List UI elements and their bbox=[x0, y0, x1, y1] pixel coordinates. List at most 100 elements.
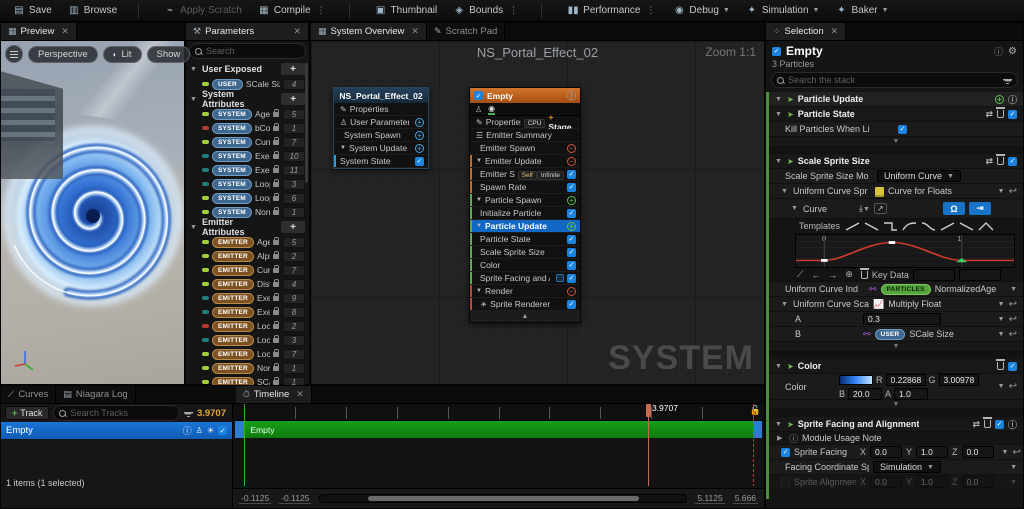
group-particle-update[interactable]: ▼ ➤ Particle Update + ⓘ bbox=[769, 92, 1023, 107]
system-node[interactable]: NS_Portal_Effect_02 ✎ Properties bbox=[333, 87, 429, 169]
timeline-ruler[interactable] bbox=[233, 404, 764, 421]
tab-preview[interactable]: ▦ Preview ✕ bbox=[1, 23, 77, 40]
curve-key[interactable] bbox=[889, 241, 896, 244]
kebab-menu-icon[interactable]: ⋮ bbox=[315, 5, 328, 16]
scrollbar[interactable] bbox=[305, 63, 308, 183]
curve-import-icon[interactable]: ⤓▼ bbox=[859, 203, 870, 214]
range-start-input[interactable]: -0.1125 bbox=[239, 493, 271, 504]
node-row[interactable]: ▼ System Update + bbox=[334, 142, 428, 155]
emitter-node-empty[interactable]: Empty ⓘ ♙ ◉ ✎ Properties CPU bbox=[469, 87, 581, 323]
parameter-row[interactable]: EMITTER Curr 7 bbox=[186, 263, 309, 277]
node-row[interactable]: Emitter State SelfInfinite bbox=[470, 168, 580, 181]
tab-niagara-log[interactable]: ▤ Niagara Log bbox=[56, 386, 135, 403]
add-track-button[interactable]: +Track bbox=[5, 406, 49, 420]
add-parameter-button[interactable]: + bbox=[281, 63, 305, 75]
toolbar-button[interactable]: ▤ Save bbox=[6, 3, 59, 19]
fit-curve-horizontal-button[interactable]: ⇥ bbox=[969, 202, 991, 215]
close-icon[interactable]: ✕ bbox=[61, 26, 69, 37]
node-row[interactable]: Emitter Spawn − bbox=[470, 142, 580, 155]
shuffle-icon[interactable]: ⇄ bbox=[985, 109, 993, 120]
info-icon[interactable]: ⓘ bbox=[567, 89, 576, 102]
facing-z-input[interactable] bbox=[962, 446, 994, 458]
info-icon[interactable]: ⓘ bbox=[1008, 418, 1017, 431]
parameter-row[interactable]: EMITTER Dist 4 bbox=[186, 277, 309, 291]
remove-icon[interactable]: − bbox=[567, 144, 576, 153]
parameter-row[interactable]: EMITTER Exec 8 bbox=[186, 305, 309, 319]
chevron-down-icon[interactable]: ▼ bbox=[998, 316, 1005, 323]
node-row[interactable]: ▼ Particle Update + bbox=[470, 220, 580, 233]
alignment-y-input[interactable] bbox=[916, 476, 948, 488]
row-module-usage-note[interactable]: ▶ ⓘ Module Usage Note bbox=[769, 432, 1023, 445]
parameter-row[interactable]: SYSTEM Age 5 bbox=[186, 107, 309, 121]
track-search-input[interactable] bbox=[70, 408, 174, 418]
module-enabled-checkbox[interactable] bbox=[1008, 110, 1017, 119]
curve-template-icons[interactable] bbox=[844, 221, 994, 232]
filter-icon[interactable] bbox=[184, 410, 193, 417]
stack-search-input[interactable] bbox=[788, 75, 999, 85]
color-swatch[interactable] bbox=[839, 375, 873, 385]
parameter-row[interactable]: EMITTER Alph 2 bbox=[186, 249, 309, 263]
parameter-row[interactable]: EMITTER Exec 9 bbox=[186, 291, 309, 305]
toolbar-button[interactable]: ▦ Compile ⋮ bbox=[251, 3, 335, 19]
working-end-input[interactable]: 5.1125 bbox=[695, 493, 724, 504]
kebab-menu-icon[interactable]: ⋮ bbox=[644, 5, 657, 16]
section-emitter-attributes[interactable]: ▼ Emitter Attributes + bbox=[186, 219, 309, 235]
shuffle-icon[interactable]: ⇄ bbox=[972, 419, 980, 430]
tab-system-overview[interactable]: ▦ System Overview ✕ bbox=[311, 23, 427, 40]
parameter-row[interactable]: SYSTEM bCor 1 bbox=[186, 121, 309, 135]
row-kill-particles[interactable]: Kill Particles When Li bbox=[769, 122, 1023, 137]
playhead[interactable]: 3.9707 bbox=[648, 404, 649, 486]
toolbar-button[interactable]: ✦ Baker ▼ bbox=[828, 3, 895, 19]
emitter-enabled-checkbox[interactable] bbox=[474, 91, 483, 100]
enabled-checkbox[interactable] bbox=[567, 248, 576, 257]
reset-icon[interactable]: ↩ bbox=[1009, 299, 1017, 310]
system-node-header[interactable]: NS_Portal_Effect_02 bbox=[334, 88, 428, 103]
section-user-exposed[interactable]: ▼ User Exposed + bbox=[186, 61, 309, 77]
color-a-input[interactable] bbox=[894, 388, 928, 400]
track-row-empty[interactable]: Empty ⓘ ♙ ☀ bbox=[1, 422, 232, 439]
tab-curves[interactable]: ⟋ Curves bbox=[1, 386, 56, 403]
timeline-track-area[interactable]: 🔓 Empty 3.9707 -0.1125 -0.1125 5.1125 bbox=[233, 404, 764, 508]
toolbar-button[interactable] bbox=[337, 2, 366, 20]
scale-mode-dropdown[interactable]: Uniform Curve▼ bbox=[877, 170, 961, 182]
toolbar-button[interactable] bbox=[126, 2, 155, 20]
parameter-row[interactable]: SYSTEM Loop 3 bbox=[186, 177, 309, 191]
collapse-chevron[interactable]: ▼ bbox=[769, 400, 1023, 410]
show-button[interactable]: Show bbox=[147, 46, 191, 63]
lock-icon[interactable]: 🔓 bbox=[750, 405, 761, 416]
toolbar-button[interactable]: ▥ Browse bbox=[61, 3, 124, 19]
enabled-checkbox[interactable] bbox=[567, 170, 576, 179]
curve-zoom-icon[interactable]: ⟋ bbox=[797, 269, 803, 280]
delete-key-icon[interactable] bbox=[861, 271, 868, 279]
perspective-button[interactable]: Perspective bbox=[28, 46, 98, 63]
enabled-checkbox[interactable] bbox=[415, 157, 424, 166]
tab-timeline[interactable]: ⏱ Timeline ✕ bbox=[236, 386, 312, 403]
toolbar-button[interactable]: ✦ Simulation ▼ bbox=[739, 3, 827, 19]
enabled-checkbox[interactable] bbox=[567, 300, 576, 309]
enabled-checkbox[interactable] bbox=[567, 183, 576, 192]
clip-start-cap[interactable] bbox=[235, 421, 244, 438]
node-row[interactable]: Scale Sprite Size bbox=[470, 246, 580, 259]
module-color[interactable]: ▼ ➤ Color bbox=[769, 359, 1023, 374]
next-key-icon[interactable]: → bbox=[828, 270, 837, 280]
info-icon[interactable]: ⓘ bbox=[183, 424, 192, 437]
color-b-input[interactable] bbox=[848, 388, 882, 400]
solo-icon[interactable]: ♙ bbox=[196, 426, 203, 435]
shuffle-icon[interactable]: ⇄ bbox=[985, 156, 993, 167]
sprite-facing-checkbox[interactable] bbox=[781, 448, 790, 457]
close-icon[interactable]: ✕ bbox=[831, 26, 839, 37]
node-row[interactable]: ✎ Properties bbox=[334, 103, 428, 116]
chevron-down-icon[interactable]: ▼ bbox=[998, 301, 1005, 308]
parameter-row[interactable]: SYSTEM Loop 6 bbox=[186, 191, 309, 205]
preview-viewport[interactable] bbox=[1, 41, 184, 384]
module-particle-state[interactable]: ▼ ➤ Particle State ⇄ bbox=[769, 107, 1023, 122]
chevron-down-icon[interactable]: ▼ bbox=[998, 383, 1005, 390]
scrollbar-thumb[interactable] bbox=[368, 496, 639, 501]
add-icon[interactable]: + bbox=[567, 196, 576, 205]
node-row[interactable]: ♙ User Parameters + bbox=[334, 116, 428, 129]
parameter-row[interactable]: SYSTEM Exe 10 bbox=[186, 149, 309, 163]
add-parameter-button[interactable]: + bbox=[281, 93, 305, 105]
parameter-row[interactable]: EMITTER Loca 2 bbox=[186, 319, 309, 333]
alignment-z-input[interactable] bbox=[962, 476, 994, 488]
lit-button[interactable]: ◐Lit bbox=[103, 46, 142, 63]
